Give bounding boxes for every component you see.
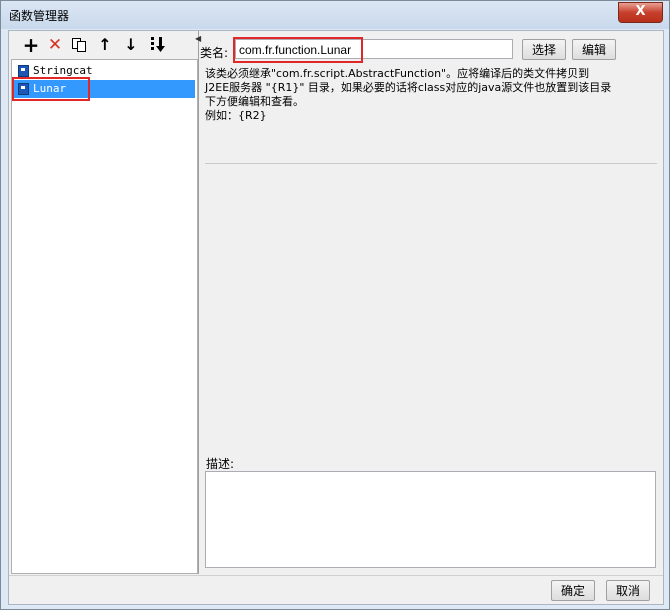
function-manager-window: 函数管理器 X + ✕ ↑ ↓ ◀ Stringcat Lunar 类名: co… [0,0,670,610]
move-down-button[interactable]: ↓ [121,35,141,55]
info-line: 下方便编辑和查看。 [205,95,304,108]
divider [205,163,657,164]
function-list-pane: + ✕ ↑ ↓ ◀ Stringcat Lunar [9,31,201,574]
class-name-label: 类名: [200,46,229,60]
class-file-icon [18,65,29,77]
info-line: 该类必须继承"com.fr.script.AbstractFunction"。应… [205,67,590,80]
dialog-content: + ✕ ↑ ↓ ◀ Stringcat Lunar 类名: com.fr.fun… [8,30,664,605]
sort-icon[interactable] [150,36,168,54]
info-line: J2EE服务器 "{R1}" 目录，如果必要的话将class对应的java源文件… [205,81,612,94]
list-toolbar: + ✕ ↑ ↓ [9,31,198,59]
highlight-box [12,77,90,101]
edit-button[interactable]: 编辑 [572,39,616,60]
sort-button[interactable] [149,35,169,55]
delete-icon[interactable]: ✕ [48,35,62,55]
copy-icon[interactable] [71,37,87,53]
plus-icon[interactable]: + [23,35,40,55]
delete-button[interactable]: ✕ [45,35,65,55]
arrow-down-icon[interactable]: ↓ [124,35,137,55]
function-detail-pane: 类名: com.fr.function.Lunar 选择 编辑 该类必须继承"c… [200,31,663,574]
info-line: 例如：{R2} [205,109,267,122]
add-button[interactable]: + [21,35,41,55]
window-title: 函数管理器 [9,9,70,23]
ok-button[interactable]: 确定 [551,580,595,601]
arrow-up-icon[interactable]: ↑ [98,35,111,55]
description-textarea[interactable] [205,471,656,568]
title-bar[interactable]: 函数管理器 X [1,1,669,29]
function-list[interactable]: Stringcat Lunar [11,59,198,574]
dialog-footer: 确定 取消 [9,575,663,605]
move-up-button[interactable]: ↑ [95,35,115,55]
select-button[interactable]: 选择 [522,39,566,60]
cancel-button[interactable]: 取消 [606,580,650,601]
description-label: 描述: [206,457,235,471]
copy-button[interactable] [69,35,89,55]
close-button[interactable]: X [618,2,663,23]
close-icon[interactable]: X [635,4,645,19]
class-info-text: 该类必须继承"com.fr.script.AbstractFunction"。应… [205,67,653,157]
highlight-box [233,37,363,63]
